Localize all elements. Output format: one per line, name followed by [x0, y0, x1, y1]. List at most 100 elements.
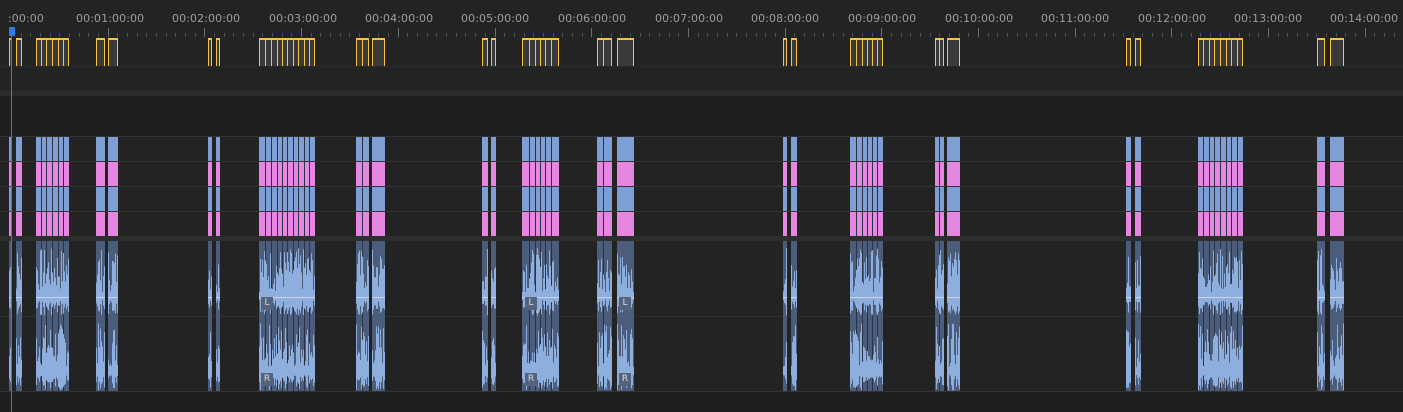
audio-clip[interactable]	[208, 241, 212, 391]
graphic-clip[interactable]	[356, 162, 369, 186]
video-clip[interactable]	[522, 137, 559, 161]
video-clip[interactable]	[259, 137, 315, 161]
video-clip[interactable]	[1198, 187, 1243, 211]
audio-clip[interactable]	[356, 241, 369, 391]
video-clip[interactable]	[208, 137, 212, 161]
graphic-clip[interactable]	[850, 162, 883, 186]
video-clip[interactable]	[783, 187, 787, 211]
graphic-clip[interactable]	[791, 162, 797, 186]
graphic-clip[interactable]	[96, 162, 105, 186]
graphic-clip[interactable]	[1317, 162, 1325, 186]
sequence-timeline[interactable]: :00:00 00:01:00:00 00:02:00:00 00:03:00:00 0…	[0, 0, 1403, 412]
graphic-clip[interactable]	[108, 162, 118, 186]
audio-clip[interactable]	[1198, 241, 1243, 391]
video-clip[interactable]	[1126, 137, 1131, 161]
audio-clip[interactable]	[16, 241, 22, 391]
video-clip[interactable]	[597, 187, 612, 211]
graphic-clip[interactable]	[356, 212, 369, 236]
video-clip[interactable]	[935, 187, 944, 211]
audio-clip[interactable]	[96, 241, 105, 391]
audio-clip[interactable]	[259, 241, 315, 391]
graphic-clip[interactable]	[208, 212, 212, 236]
audio-clip[interactable]	[597, 241, 612, 391]
audio-clip[interactable]	[522, 241, 559, 391]
graphic-clip[interactable]	[16, 162, 22, 186]
graphic-clip[interactable]	[491, 212, 496, 236]
video-clip[interactable]	[108, 187, 118, 211]
audio-clip[interactable]	[1330, 241, 1344, 391]
video-clip[interactable]	[482, 187, 488, 211]
video-clip[interactable]	[617, 187, 634, 211]
graphic-clip[interactable]	[617, 212, 634, 236]
video-clip[interactable]	[491, 137, 496, 161]
video-clip[interactable]	[791, 187, 797, 211]
graphic-clip[interactable]	[1135, 162, 1141, 186]
video-clip[interactable]	[935, 137, 944, 161]
graphic-clip[interactable]	[1135, 212, 1141, 236]
video-clip[interactable]	[216, 187, 220, 211]
video-clip[interactable]	[356, 137, 369, 161]
audio-clip[interactable]	[36, 241, 69, 391]
graphic-clip[interactable]	[522, 212, 559, 236]
audio-clip[interactable]	[617, 241, 634, 391]
video-clip[interactable]	[947, 137, 960, 161]
graphic-clip[interactable]	[259, 162, 315, 186]
video-clip[interactable]	[791, 137, 797, 161]
video-clip[interactable]	[108, 137, 118, 161]
audio-clip[interactable]	[1135, 241, 1141, 391]
video-clip[interactable]	[96, 187, 105, 211]
graphic-clip[interactable]	[1198, 162, 1243, 186]
graphic-clip[interactable]	[947, 212, 960, 236]
video-clip[interactable]	[216, 137, 220, 161]
video-clip[interactable]	[96, 137, 105, 161]
video-clip[interactable]	[372, 137, 385, 161]
video-clip[interactable]	[16, 137, 22, 161]
graphic-clip[interactable]	[597, 162, 612, 186]
audio-clip[interactable]	[372, 241, 385, 391]
graphic-clip[interactable]	[482, 162, 488, 186]
graphic-clip[interactable]	[935, 162, 944, 186]
video-clip[interactable]	[1330, 137, 1344, 161]
graphic-clip[interactable]	[1330, 212, 1344, 236]
graphic-clip[interactable]	[259, 212, 315, 236]
video-clip[interactable]	[617, 137, 634, 161]
video-clip[interactable]	[783, 137, 787, 161]
video-clip[interactable]	[372, 187, 385, 211]
video-clip[interactable]	[1317, 187, 1325, 211]
graphic-clip[interactable]	[482, 212, 488, 236]
graphic-clip[interactable]	[491, 162, 496, 186]
audio-clip[interactable]	[783, 241, 787, 391]
video-clip[interactable]	[259, 187, 315, 211]
graphic-clip[interactable]	[597, 212, 612, 236]
graphic-clip[interactable]	[96, 212, 105, 236]
audio-clip[interactable]	[482, 241, 488, 391]
playhead-handle[interactable]	[9, 27, 15, 36]
audio-clip[interactable]	[108, 241, 118, 391]
graphic-clip[interactable]	[1330, 162, 1344, 186]
video-clip[interactable]	[208, 187, 212, 211]
audio-clip[interactable]	[791, 241, 797, 391]
video-clip[interactable]	[491, 187, 496, 211]
audio-clip[interactable]	[850, 241, 883, 391]
video-clip[interactable]	[522, 187, 559, 211]
graphic-clip[interactable]	[36, 162, 69, 186]
video-clip[interactable]	[36, 187, 69, 211]
video-clip[interactable]	[947, 187, 960, 211]
video-clip[interactable]	[1330, 187, 1344, 211]
audio-clip[interactable]	[935, 241, 944, 391]
graphic-clip[interactable]	[1317, 212, 1325, 236]
graphic-clip[interactable]	[783, 162, 787, 186]
graphic-clip[interactable]	[216, 162, 220, 186]
audio-clip[interactable]	[216, 241, 220, 391]
graphic-clip[interactable]	[208, 162, 212, 186]
graphic-clip[interactable]	[36, 212, 69, 236]
audio-clip[interactable]	[947, 241, 960, 391]
graphic-clip[interactable]	[1198, 212, 1243, 236]
graphic-clip[interactable]	[1126, 162, 1131, 186]
video-clip[interactable]	[1135, 187, 1141, 211]
graphic-clip[interactable]	[850, 212, 883, 236]
video-clip[interactable]	[850, 187, 883, 211]
graphic-clip[interactable]	[108, 212, 118, 236]
audio-clip[interactable]	[1126, 241, 1131, 391]
audio-clip[interactable]	[491, 241, 496, 391]
